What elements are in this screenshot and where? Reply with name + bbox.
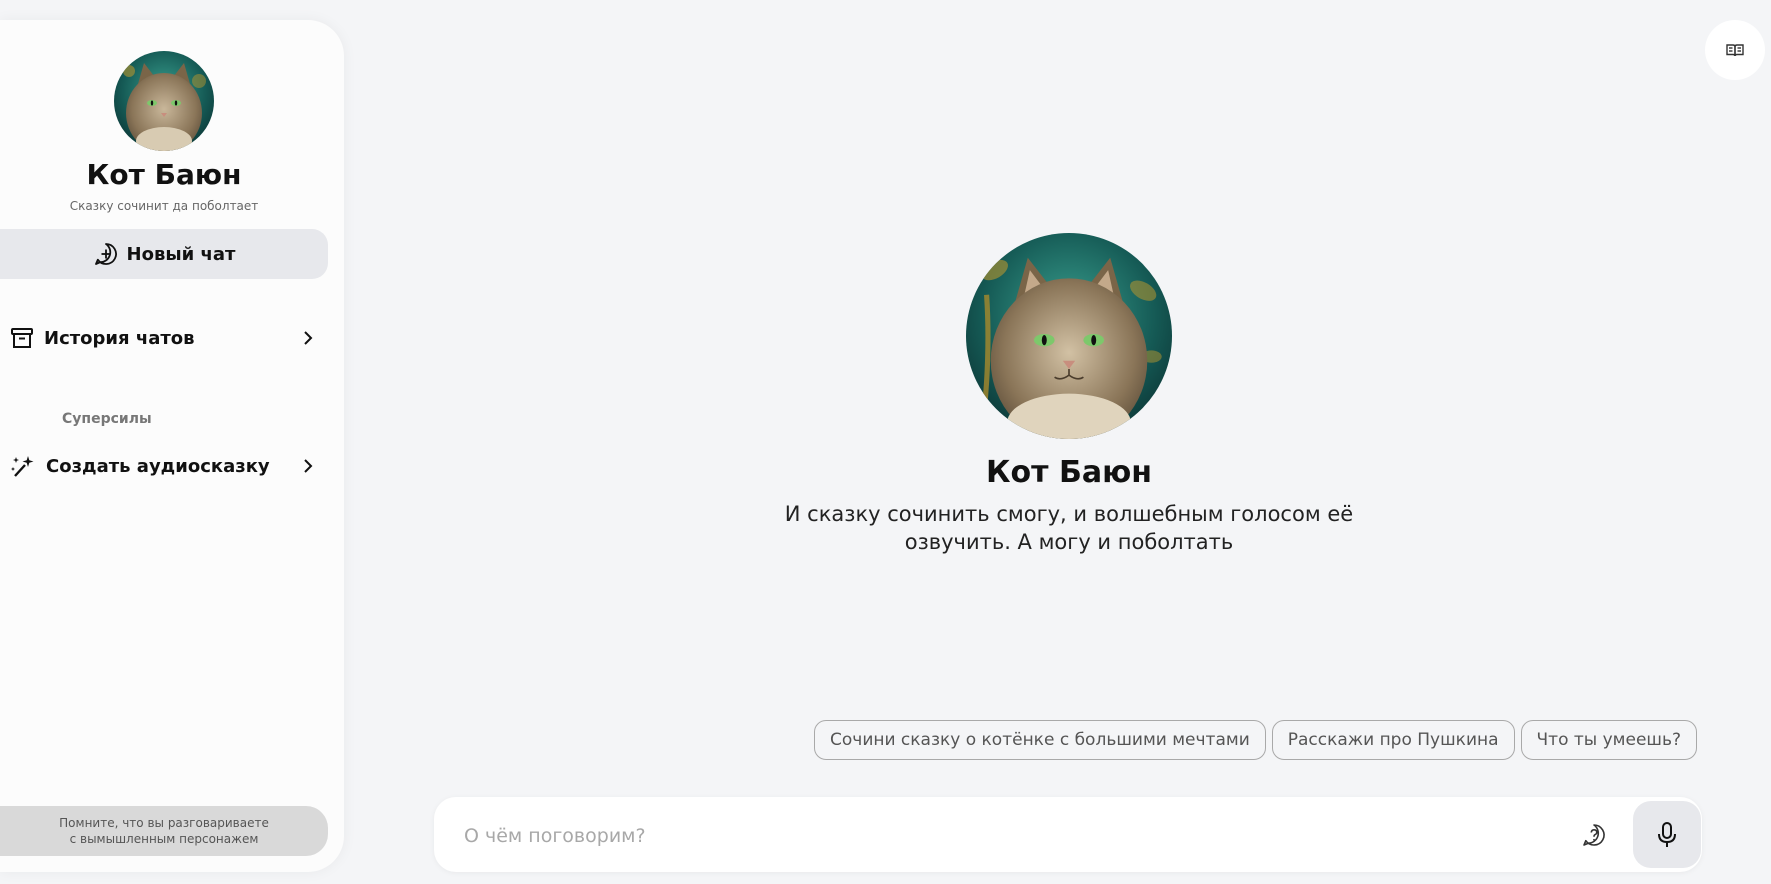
chat-plus-icon <box>93 241 119 267</box>
suggestion-chip[interactable]: Сочини сказку о котёнке с большими мечта… <box>814 720 1266 760</box>
character-tagline: Сказку сочинит да поболтает <box>69 199 259 213</box>
new-chat-label: Новый чат <box>126 243 236 265</box>
character-avatar-large <box>966 233 1172 439</box>
chat-history-item[interactable]: История чатов <box>10 322 316 354</box>
suggestion-chip[interactable]: Расскажи про Пушкина <box>1271 720 1515 760</box>
suggestion-chips: Сочини сказку о котёнке с большими мечта… <box>814 720 1698 760</box>
message-composer <box>434 797 1702 872</box>
book-icon <box>1726 43 1744 57</box>
create-audio-tale-label: Создать аудиосказку <box>46 455 270 477</box>
suggestion-chip[interactable]: Что ты умеешь? <box>1520 720 1698 760</box>
sidebar: Кот Баюн Сказку сочинит да поболтает Нов… <box>0 20 344 872</box>
message-input[interactable] <box>462 815 1566 857</box>
fictional-character-disclaimer: Помните, что вы разговариваете с вымышле… <box>0 806 328 856</box>
character-title: Кот Баюн <box>986 455 1152 490</box>
create-audio-tale-item[interactable]: Создать аудиосказку <box>10 450 316 482</box>
chevron-right-icon <box>300 458 316 474</box>
magic-wand-icon <box>10 453 36 479</box>
archive-icon <box>10 326 34 350</box>
help-button[interactable] <box>1580 821 1608 849</box>
character-name: Кот Баюн <box>86 158 242 191</box>
microphone-button[interactable] <box>1633 801 1701 868</box>
question-icon <box>1581 822 1607 848</box>
character-avatar <box>114 51 214 151</box>
chevron-right-icon <box>300 330 316 346</box>
character-intro: И сказку сочинить смогу, и волшебным гол… <box>784 502 1354 554</box>
disclaimer-text: Помните, что вы разговариваете с вымышле… <box>59 816 269 846</box>
superpowers-section-label: Суперсилы <box>62 411 152 427</box>
microphone-icon <box>1656 821 1678 849</box>
chat-history-label: История чатов <box>44 327 195 349</box>
book-button[interactable] <box>1705 20 1765 80</box>
new-chat-button[interactable]: Новый чат <box>0 229 328 279</box>
